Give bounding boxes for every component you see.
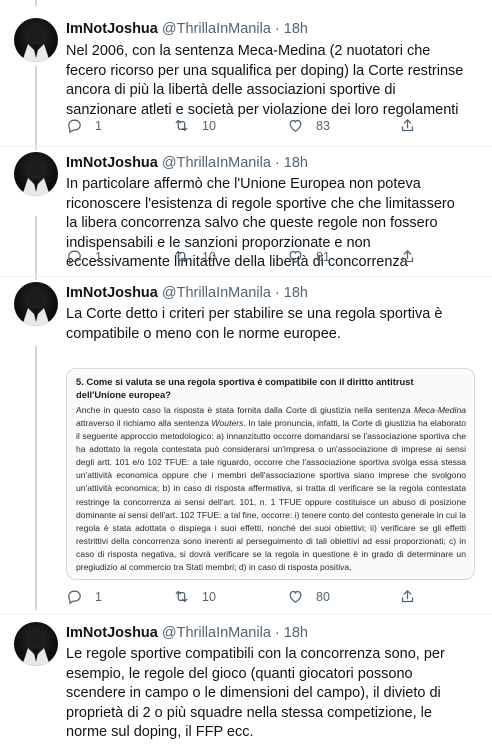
avatar[interactable]	[14, 282, 58, 326]
retweet-icon	[175, 119, 188, 132]
share-button[interactable]	[399, 588, 416, 605]
share-icon	[401, 250, 414, 263]
avatar-suit-icon	[22, 28, 50, 62]
heart-icon	[289, 590, 302, 603]
avatar-suit-icon	[22, 632, 50, 666]
like-button[interactable]: 81	[287, 248, 330, 265]
like-button[interactable]: 83	[287, 117, 330, 134]
retweet-count: 10	[202, 249, 216, 264]
tweet-text: La Corte detto i criteri per stabilire s…	[66, 306, 447, 342]
document-paragraph: Anche in questo caso la risposta è stata…	[76, 405, 466, 572]
author-handle[interactable]: @ThrillaInManila · 18h	[162, 285, 308, 301]
reply-icon	[68, 250, 81, 265]
thread-connector	[35, 0, 37, 6]
author-handle[interactable]: @ThrillaInManila · 18h	[162, 625, 308, 641]
author-name[interactable]: ImNotJoshua	[66, 285, 158, 301]
retweet-count: 10	[202, 589, 216, 604]
author-handle[interactable]: @ThrillaInManila · 18h	[162, 21, 308, 37]
avatar[interactable]	[14, 622, 58, 666]
reply-count: 1	[95, 589, 102, 604]
thread-connector	[35, 346, 37, 610]
retweet-button[interactable]: 10	[173, 117, 216, 134]
retweet-icon	[175, 250, 188, 263]
avatar[interactable]	[14, 18, 58, 62]
reply-button[interactable]: 1	[66, 588, 102, 605]
retweet-icon	[175, 590, 188, 603]
retweet-button[interactable]: 10	[173, 588, 216, 605]
like-count: 81	[316, 249, 330, 264]
author-handle[interactable]: @ThrillaInManila · 18h	[162, 155, 308, 171]
reply-icon	[68, 119, 81, 134]
heart-icon	[289, 119, 302, 132]
tweet-divider	[0, 146, 492, 147]
thread-connector	[35, 66, 37, 150]
tweet-text: Nel 2006, con la sentenza Meca-Medina (2…	[66, 43, 468, 118]
tweet-actions: 1 10 81	[66, 248, 426, 268]
like-count: 80	[316, 589, 330, 604]
reply-count: 1	[95, 118, 102, 133]
share-icon	[401, 119, 414, 132]
thread-connector	[35, 216, 37, 280]
avatar-suit-icon	[22, 162, 50, 196]
tweet-divider	[0, 614, 492, 615]
avatar-suit-icon	[22, 292, 50, 326]
share-icon	[401, 590, 414, 603]
avatar[interactable]	[14, 152, 58, 196]
author-name[interactable]: ImNotJoshua	[66, 625, 158, 641]
share-button[interactable]	[399, 248, 416, 265]
retweet-count: 10	[202, 118, 216, 133]
document-heading: 5. Come si valuta se una regola sportiva…	[76, 376, 414, 400]
tweet-text: Le regole sportive compatibili con la co…	[66, 646, 449, 740]
heart-icon	[289, 250, 302, 263]
author-name[interactable]: ImNotJoshua	[66, 155, 158, 171]
attached-document-image[interactable]: 5. Come si valuta se una regola sportiva…	[66, 368, 475, 580]
tweet-actions: 1 10 80	[66, 588, 426, 608]
retweet-button[interactable]: 10	[173, 248, 216, 265]
author-name[interactable]: ImNotJoshua	[66, 21, 158, 37]
share-button[interactable]	[399, 117, 416, 134]
like-count: 83	[316, 118, 330, 133]
tweet-divider	[0, 276, 492, 277]
reply-count: 1	[95, 249, 102, 264]
reply-button[interactable]: 1	[66, 117, 102, 134]
like-button[interactable]: 80	[287, 588, 330, 605]
tweet-actions: 1 10 83	[66, 117, 426, 137]
reply-icon	[68, 590, 81, 605]
reply-button[interactable]: 1	[66, 248, 102, 265]
